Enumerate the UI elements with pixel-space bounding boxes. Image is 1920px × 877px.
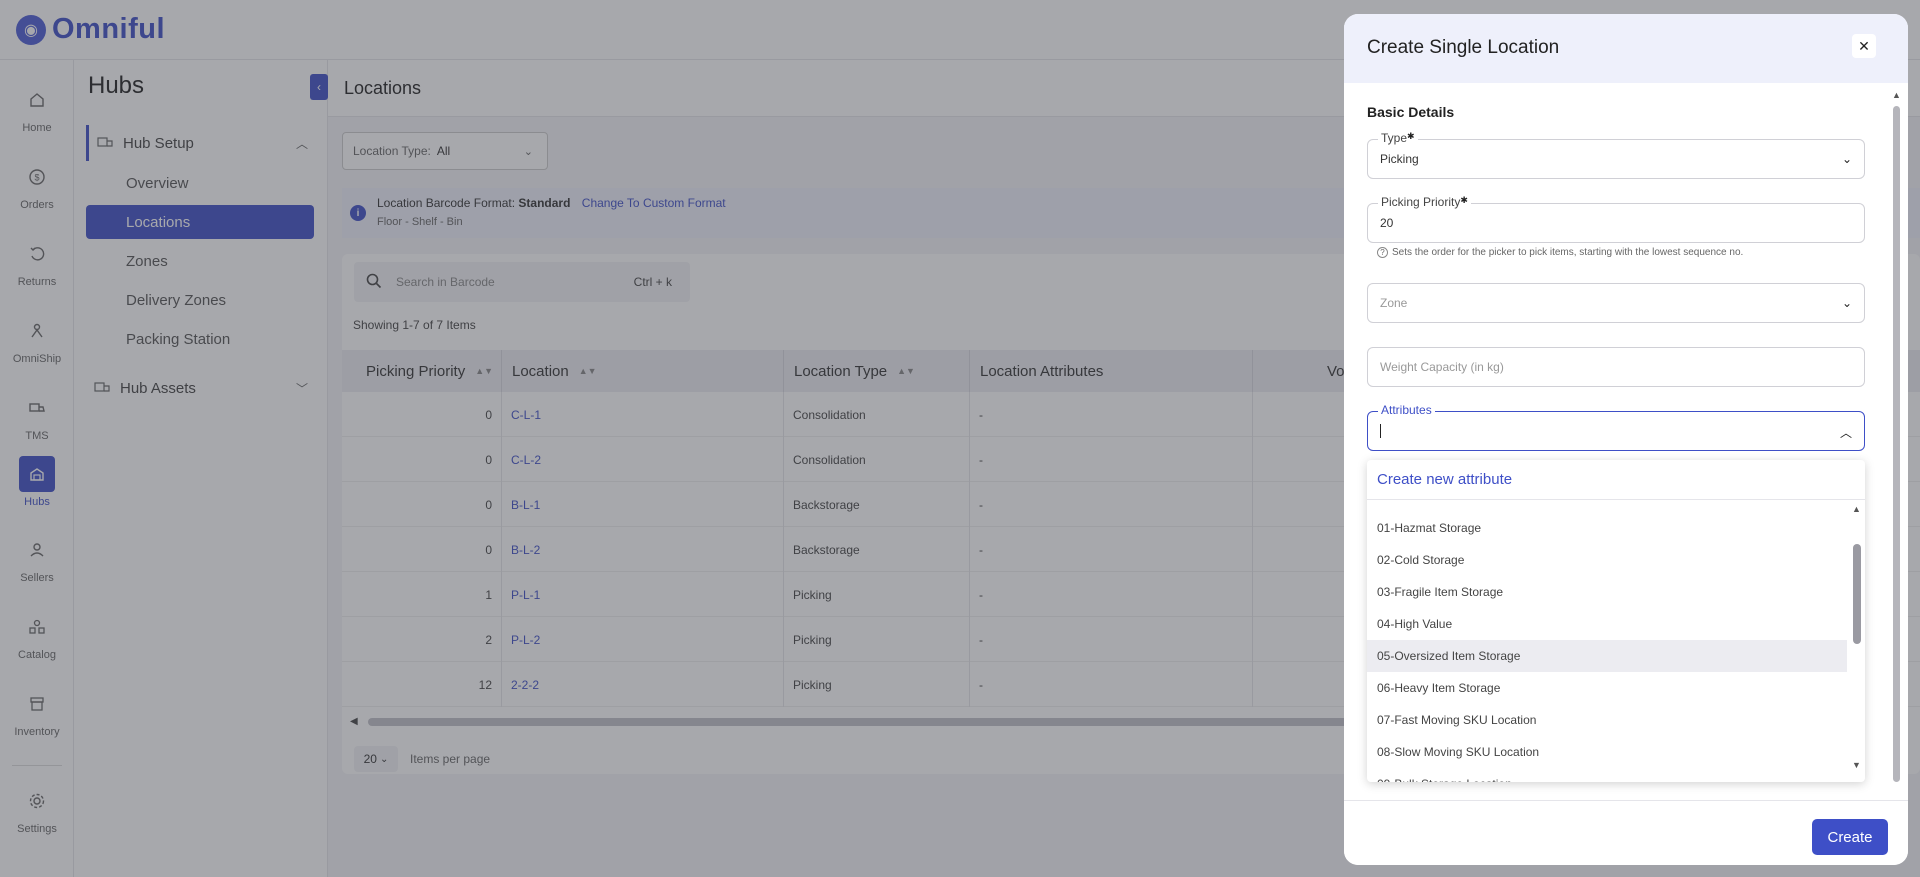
modal-title: Create Single Location	[1367, 37, 1560, 58]
scroll-up-icon[interactable]: ▲	[1892, 90, 1901, 100]
modal-footer: Create	[1344, 800, 1908, 865]
required-icon: ✱	[1407, 131, 1415, 141]
field-label: Type✱	[1378, 131, 1418, 145]
close-button[interactable]: ✕	[1852, 34, 1876, 58]
dropdown-scrollbar[interactable]: ▲ ▼	[1849, 504, 1865, 782]
attribute-option[interactable]: 05-Oversized Item Storage	[1367, 640, 1847, 672]
modal-header: Create Single Location ✕	[1344, 14, 1908, 83]
section-title: Basic Details	[1367, 104, 1455, 120]
scrollbar-thumb[interactable]	[1893, 106, 1900, 782]
attributes-select[interactable]: Attributes ︿	[1367, 403, 1865, 451]
type-label: Type	[1381, 131, 1408, 145]
modal-scrollbar[interactable]: ▲	[1892, 90, 1901, 790]
scroll-up-icon[interactable]: ▲	[1852, 504, 1861, 514]
attribute-option[interactable]: 09-Bulk Storage Location	[1367, 768, 1847, 782]
chevron-down-icon: ⌄	[1841, 296, 1852, 310]
chevron-down-icon: ⌄	[1841, 152, 1852, 166]
attribute-option[interactable]: 06-Heavy Item Storage	[1367, 672, 1847, 704]
text-caret	[1380, 424, 1381, 438]
attribute-option[interactable]: 01-Hazmat Storage	[1367, 512, 1847, 544]
weight-capacity-field[interactable]: Weight Capacity (in kg)	[1367, 347, 1865, 387]
attributes-dropdown: Create new attribute 01-Hazmat Storage 0…	[1367, 460, 1865, 782]
picking-priority-field[interactable]: Picking Priority✱ 20	[1367, 195, 1865, 243]
attributes-label: Attributes	[1378, 403, 1435, 417]
help-icon: ?	[1377, 247, 1388, 258]
zone-select[interactable]: Zone ⌄	[1367, 283, 1865, 323]
priority-value: 20	[1380, 216, 1394, 230]
close-icon: ✕	[1858, 37, 1870, 54]
zone-placeholder: Zone	[1380, 296, 1408, 310]
create-location-modal: Create Single Location ✕ Basic Details T…	[1344, 14, 1908, 865]
type-value: Picking	[1380, 152, 1419, 166]
priority-hint-text: Sets the order for the picker to pick it…	[1392, 247, 1744, 258]
type-select[interactable]: Type✱ Picking ⌄	[1367, 131, 1865, 179]
scrollbar-thumb[interactable]	[1853, 544, 1861, 644]
attribute-option[interactable]: 07-Fast Moving SKU Location	[1367, 704, 1847, 736]
field-label: Picking Priority✱	[1378, 195, 1471, 209]
chevron-up-icon: ︿	[1839, 426, 1852, 440]
attribute-option[interactable]: 03-Fragile Item Storage	[1367, 576, 1847, 608]
attribute-option[interactable]: 02-Cold Storage	[1367, 544, 1847, 576]
create-button[interactable]: Create	[1812, 819, 1888, 855]
create-new-attribute-option[interactable]: Create new attribute	[1367, 460, 1865, 500]
priority-hint: ? Sets the order for the picker to pick …	[1377, 247, 1743, 258]
weight-placeholder: Weight Capacity (in kg)	[1380, 360, 1504, 374]
attribute-option[interactable]: 04-High Value	[1367, 608, 1847, 640]
required-icon: ✱	[1460, 195, 1468, 205]
attribute-option[interactable]: 08-Slow Moving SKU Location	[1367, 736, 1847, 768]
priority-label: Picking Priority	[1381, 195, 1461, 209]
scroll-down-icon[interactable]: ▼	[1852, 760, 1861, 770]
